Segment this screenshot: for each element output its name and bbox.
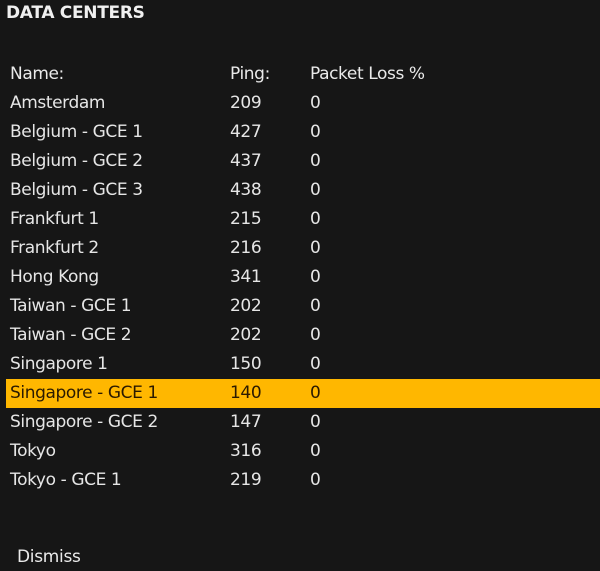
row-name: Tokyo	[10, 441, 56, 461]
row-ping: 215	[230, 209, 262, 229]
row-packet-loss: 0	[310, 209, 321, 229]
row-name: Hong Kong	[10, 267, 99, 287]
row-name: Belgium - GCE 3	[10, 180, 143, 200]
table-row-selected[interactable]: Singapore - GCE 1 140 0	[6, 379, 600, 408]
row-packet-loss: 0	[310, 383, 321, 403]
row-packet-loss: 0	[310, 93, 321, 113]
table-row[interactable]: Tokyo 316 0	[0, 437, 600, 466]
row-ping: 216	[230, 238, 262, 258]
row-packet-loss: 0	[310, 354, 321, 374]
row-name: Belgium - GCE 1	[10, 122, 143, 142]
table-row[interactable]: Amsterdam 209 0	[0, 89, 600, 118]
row-ping: 202	[230, 325, 262, 345]
header-ping: Ping:	[230, 64, 270, 84]
row-ping: 140	[230, 383, 262, 403]
row-packet-loss: 0	[310, 325, 321, 345]
row-ping: 316	[230, 441, 262, 461]
row-packet-loss: 0	[310, 412, 321, 432]
row-name: Frankfurt 2	[10, 238, 99, 258]
table-row[interactable]: Belgium - GCE 3 438 0	[0, 176, 600, 205]
row-ping: 202	[230, 296, 262, 316]
table-row[interactable]: Belgium - GCE 1 427 0	[0, 118, 600, 147]
row-name: Belgium - GCE 2	[10, 151, 143, 171]
row-ping: 438	[230, 180, 262, 200]
row-ping: 209	[230, 93, 262, 113]
data-centers-table: Name: Ping: Packet Loss % Amsterdam 209 …	[0, 60, 600, 495]
row-packet-loss: 0	[310, 267, 321, 287]
row-name: Amsterdam	[10, 93, 106, 113]
table-row[interactable]: Tokyo - GCE 1 219 0	[0, 466, 600, 495]
row-packet-loss: 0	[310, 296, 321, 316]
table-row[interactable]: Singapore - GCE 2 147 0	[0, 408, 600, 437]
table-row[interactable]: Frankfurt 1 215 0	[0, 205, 600, 234]
row-name: Taiwan - GCE 2	[10, 325, 132, 345]
table-row[interactable]: Taiwan - GCE 2 202 0	[0, 321, 600, 350]
row-name: Singapore 1	[10, 354, 108, 374]
row-ping: 150	[230, 354, 262, 374]
row-ping: 427	[230, 122, 262, 142]
table-row[interactable]: Hong Kong 341 0	[0, 263, 600, 292]
row-packet-loss: 0	[310, 238, 321, 258]
row-ping: 219	[230, 470, 262, 490]
header-name: Name:	[10, 64, 64, 84]
table-row[interactable]: Taiwan - GCE 1 202 0	[0, 292, 600, 321]
row-name: Singapore - GCE 2	[10, 412, 158, 432]
row-ping: 147	[230, 412, 262, 432]
row-name: Tokyo - GCE 1	[10, 470, 122, 490]
row-name: Singapore - GCE 1	[10, 383, 158, 403]
row-packet-loss: 0	[310, 151, 321, 171]
dismiss-button[interactable]: Dismiss	[17, 545, 81, 569]
table-header: Name: Ping: Packet Loss %	[0, 60, 600, 89]
row-name: Frankfurt 1	[10, 209, 99, 229]
row-packet-loss: 0	[310, 122, 321, 142]
row-packet-loss: 0	[310, 180, 321, 200]
panel-title: DATA CENTERS	[6, 3, 145, 23]
table-row[interactable]: Singapore 1 150 0	[0, 350, 600, 379]
header-packet-loss: Packet Loss %	[310, 64, 425, 84]
row-packet-loss: 0	[310, 441, 321, 461]
row-name: Taiwan - GCE 1	[10, 296, 132, 316]
row-ping: 341	[230, 267, 262, 287]
table-row[interactable]: Frankfurt 2 216 0	[0, 234, 600, 263]
row-ping: 437	[230, 151, 262, 171]
table-row[interactable]: Belgium - GCE 2 437 0	[0, 147, 600, 176]
row-packet-loss: 0	[310, 470, 321, 490]
